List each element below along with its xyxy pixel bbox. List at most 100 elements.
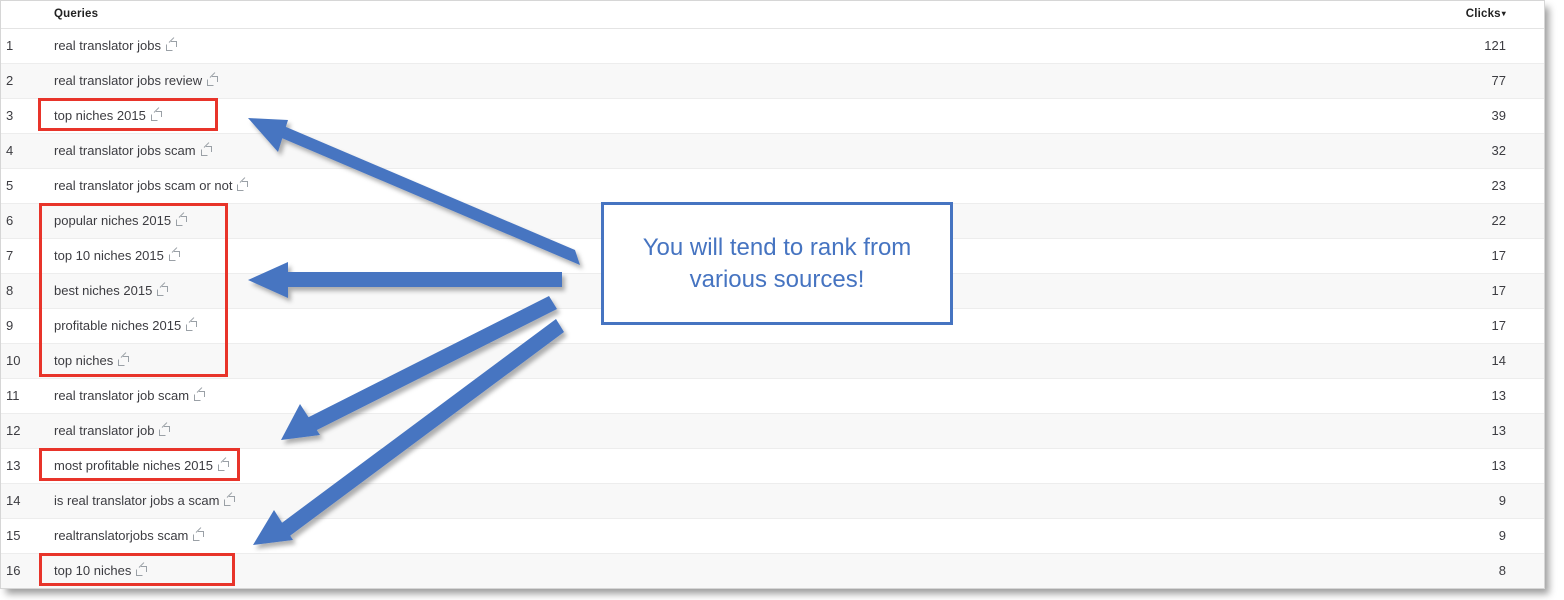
- row-index: 15: [1, 518, 39, 554]
- external-link-icon[interactable]: [193, 531, 205, 541]
- queries-table: Queries Clicks▾ 1 real translator jobs 121…: [1, 1, 1544, 588]
- query-cell[interactable]: real translator job: [39, 413, 1379, 449]
- column-header-clicks[interactable]: Clicks▾: [1379, 1, 1544, 29]
- query-text: top 10 niches: [54, 563, 132, 578]
- table-row[interactable]: 11 real translator job scam 13: [1, 378, 1544, 414]
- query-cell[interactable]: real translator jobs: [39, 28, 1379, 64]
- query-cell[interactable]: top niches: [39, 343, 1379, 379]
- row-index: 16: [1, 553, 39, 588]
- external-link-icon[interactable]: [207, 76, 219, 86]
- query-cell[interactable]: real translator jobs scam or not: [39, 168, 1379, 204]
- table-row[interactable]: 14 is real translator jobs a scam 9: [1, 483, 1544, 519]
- clicks-value: 22: [1379, 203, 1544, 239]
- external-link-icon[interactable]: [217, 461, 229, 471]
- query-cell[interactable]: is real translator jobs a scam: [39, 483, 1379, 519]
- query-text: real translator job scam: [54, 388, 190, 403]
- clicks-value: 17: [1379, 238, 1544, 274]
- external-link-icon[interactable]: [136, 566, 148, 576]
- query-cell[interactable]: realtranslatorjobs scam: [39, 518, 1379, 554]
- clicks-value: 23: [1379, 168, 1544, 204]
- external-link-icon[interactable]: [237, 181, 249, 191]
- row-index: 12: [1, 413, 39, 449]
- table-row[interactable]: 4 real translator jobs scam 32: [1, 133, 1544, 169]
- table-row[interactable]: 9 profitable niches 2015 17: [1, 308, 1544, 344]
- query-text: real translator jobs scam: [54, 143, 196, 158]
- query-text: top niches: [54, 353, 114, 368]
- query-cell[interactable]: popular niches 2015: [39, 203, 1379, 239]
- clicks-label: Clicks: [1465, 8, 1501, 21]
- row-index: 1: [1, 28, 39, 64]
- external-link-icon[interactable]: [165, 41, 177, 51]
- query-cell[interactable]: top 10 niches 2015: [39, 238, 1379, 274]
- row-index: 10: [1, 343, 39, 379]
- clicks-value: 8: [1379, 553, 1544, 588]
- table-row[interactable]: 15 realtranslatorjobs scam 9: [1, 518, 1544, 554]
- query-cell[interactable]: real translator jobs scam: [39, 133, 1379, 169]
- table-row[interactable]: 6 popular niches 2015 22: [1, 203, 1544, 239]
- row-index: 11: [1, 378, 39, 414]
- external-link-icon[interactable]: [200, 146, 212, 156]
- row-index: 3: [1, 98, 39, 134]
- table-row[interactable]: 10 top niches 14: [1, 343, 1544, 379]
- column-header-index: [1, 1, 39, 29]
- row-index: 4: [1, 133, 39, 169]
- query-text: profitable niches 2015: [54, 318, 182, 333]
- external-link-icon[interactable]: [118, 356, 130, 366]
- row-index: 5: [1, 168, 39, 204]
- table-row[interactable]: 16 top 10 niches 8: [1, 553, 1544, 588]
- external-link-icon[interactable]: [159, 426, 171, 436]
- clicks-value: 9: [1379, 518, 1544, 554]
- query-text: popular niches 2015: [54, 213, 172, 228]
- query-cell[interactable]: real translator job scam: [39, 378, 1379, 414]
- query-text: is real translator jobs a scam: [54, 493, 220, 508]
- query-cell[interactable]: profitable niches 2015: [39, 308, 1379, 344]
- query-text: real translator jobs review: [54, 73, 203, 88]
- query-text: real translator jobs: [54, 38, 161, 53]
- clicks-value: 13: [1379, 413, 1544, 449]
- screenshot-root: Queries Clicks▾ 1 real translator jobs 121…: [0, 0, 1564, 600]
- external-link-icon[interactable]: [168, 251, 180, 261]
- row-index: 2: [1, 63, 39, 99]
- table-row[interactable]: 12 real translator job 13: [1, 413, 1544, 449]
- external-link-icon[interactable]: [186, 321, 198, 331]
- table-row[interactable]: 3 top niches 2015 39: [1, 98, 1544, 134]
- external-link-icon[interactable]: [224, 496, 236, 506]
- external-link-icon[interactable]: [194, 391, 206, 401]
- external-link-icon[interactable]: [176, 216, 188, 226]
- clicks-value: 17: [1379, 273, 1544, 309]
- table-row[interactable]: 13 most profitable niches 2015 13: [1, 448, 1544, 484]
- table-row[interactable]: 5 real translator jobs scam or not 23: [1, 168, 1544, 204]
- column-header-queries[interactable]: Queries: [39, 1, 1379, 29]
- row-index: 9: [1, 308, 39, 344]
- query-cell[interactable]: real translator jobs review: [39, 63, 1379, 99]
- clicks-value: 39: [1379, 98, 1544, 134]
- clicks-value: 9: [1379, 483, 1544, 519]
- row-index: 13: [1, 448, 39, 484]
- query-cell[interactable]: best niches 2015: [39, 273, 1379, 309]
- clicks-value: 14: [1379, 343, 1544, 379]
- table-row[interactable]: 7 top 10 niches 2015 17: [1, 238, 1544, 274]
- external-link-icon[interactable]: [157, 286, 169, 296]
- search-console-panel: Queries Clicks▾ 1 real translator jobs 121…: [0, 0, 1545, 589]
- table-row[interactable]: 2 real translator jobs review 77: [1, 63, 1544, 99]
- query-cell[interactable]: most profitable niches 2015: [39, 448, 1379, 484]
- query-cell[interactable]: top niches 2015: [39, 98, 1379, 134]
- table-row[interactable]: 1 real translator jobs 121: [1, 28, 1544, 64]
- sort-descending-icon[interactable]: ▾: [1502, 9, 1506, 18]
- query-text: best niches 2015: [54, 283, 153, 298]
- clicks-value: 32: [1379, 133, 1544, 169]
- query-text: top 10 niches 2015: [54, 248, 164, 263]
- table-body: 1 real translator jobs 121 2 real translator…: [1, 28, 1544, 588]
- table-row[interactable]: 8 best niches 2015 17: [1, 273, 1544, 309]
- clicks-value: 13: [1379, 378, 1544, 414]
- row-index: 8: [1, 273, 39, 309]
- query-text: top niches 2015: [54, 108, 146, 123]
- external-link-icon[interactable]: [150, 111, 162, 121]
- clicks-value: 17: [1379, 308, 1544, 344]
- query-text: real translator jobs scam or not: [54, 178, 233, 193]
- query-text: realtranslatorjobs scam: [54, 528, 189, 543]
- query-text: real translator job: [54, 423, 155, 438]
- table-header-row: Queries Clicks▾: [1, 1, 1544, 29]
- row-index: 7: [1, 238, 39, 274]
- query-cell[interactable]: top 10 niches: [39, 553, 1379, 588]
